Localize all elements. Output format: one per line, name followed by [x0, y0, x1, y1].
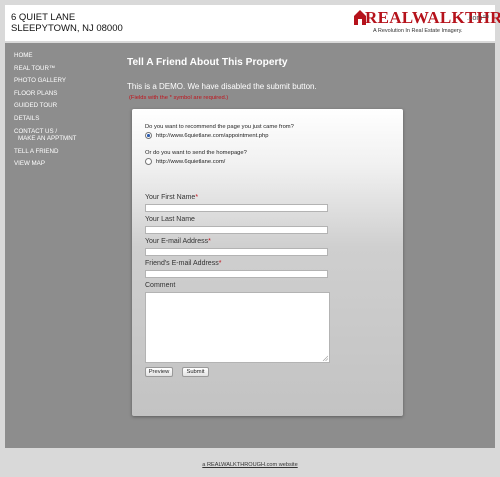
email-label-text: Your E-mail Address — [145, 238, 209, 245]
demo-notice: This is a DEMO. We have disabled the sub… — [127, 82, 317, 91]
first-name-label-text: Your First Name — [145, 194, 196, 201]
site-header: 6 QUIET LANE SLEEPYTOWN, NJ 08000 REALWA… — [5, 5, 500, 41]
nav-item-contact-label: CONTACT US / — [14, 127, 58, 135]
homepage-question: Or do you want to send the homepage? — [145, 150, 247, 156]
last-name-label: Your Last Name — [145, 216, 195, 223]
friend-email-label: Friend's E-mail Address* — [145, 260, 221, 267]
email-input[interactable] — [145, 248, 328, 256]
main-stage: HOME REAL TOUR™ PHOTO GALLERY FLOOR PLAN… — [5, 43, 495, 448]
logo-tagline: A Revolution In Real Estate Imagery. — [373, 28, 463, 34]
comment-textarea[interactable] — [145, 292, 330, 363]
option-appointment-label: http://www.6quietlane.com/appointment.ph… — [156, 132, 269, 139]
radio-appointment-page[interactable] — [145, 132, 152, 139]
last-name-input[interactable] — [145, 226, 328, 234]
option-appointment-page[interactable]: http://www.6quietlane.com/appointment.ph… — [145, 132, 268, 139]
friend-email-input[interactable] — [145, 270, 328, 278]
nav-item-photo-gallery[interactable]: PHOTO GALLERY — [14, 77, 114, 84]
side-nav: HOME REAL TOUR™ PHOTO GALLERY FLOOR PLAN… — [14, 52, 114, 173]
resize-grip-icon[interactable] — [322, 355, 328, 361]
logo-com: .com™ — [467, 15, 490, 22]
address-line-1: 6 QUIET LANE — [11, 12, 76, 23]
nav-item-real-tour[interactable]: REAL TOUR™ — [14, 65, 114, 72]
realwalkthru-logo[interactable]: REALWALKTHRU .com™ A Revolution In Real … — [353, 8, 500, 38]
required-asterisk: * — [195, 194, 199, 201]
address-line-2: SLEEPYTOWN, NJ 08000 — [11, 23, 123, 34]
friend-email-label-text: Friend's E-mail Address — [145, 260, 219, 267]
radio-homepage[interactable] — [145, 158, 152, 165]
required-asterisk: * — [208, 238, 211, 245]
page-title: Tell A Friend About This Property — [127, 57, 288, 68]
footer-website-link[interactable]: a REALWALKTHROUGH.com website — [202, 462, 297, 468]
nav-item-guided-tour[interactable]: GUIDED TOUR — [14, 102, 114, 109]
content-area: Tell A Friend About This Property This i… — [127, 57, 487, 101]
comment-label: Comment — [145, 282, 176, 289]
nav-item-floor-plans[interactable]: FLOOR PLANS — [14, 90, 114, 97]
preview-button[interactable]: Preview — [145, 367, 173, 377]
site-footer: a REALWALKTHROUGH.com website — [0, 462, 500, 468]
required-fields-note: (Fields with the * symbol are required.) — [129, 95, 229, 101]
email-label: Your E-mail Address* — [145, 238, 211, 245]
option-homepage[interactable]: http://www.6quietlane.com/ — [145, 158, 225, 165]
nav-item-details[interactable]: DETAILS — [14, 115, 114, 122]
nav-item-tell-a-friend[interactable]: TELL A FRIEND — [14, 148, 114, 155]
first-name-label: Your First Name* — [145, 194, 198, 201]
required-asterisk: * — [218, 260, 222, 267]
nav-item-contact-us[interactable]: CONTACT US / MAKE AN APPTMNT — [14, 128, 114, 143]
option-homepage-label: http://www.6quietlane.com/ — [156, 158, 226, 165]
first-name-input[interactable] — [145, 204, 328, 212]
submit-button[interactable]: Submit — [182, 367, 209, 377]
nav-item-home[interactable]: HOME — [14, 52, 114, 59]
tell-a-friend-form: Do you want to recommend the page you ju… — [132, 109, 403, 416]
nav-item-view-map[interactable]: VIEW MAP — [14, 160, 114, 167]
nav-item-contact-sub: MAKE AN APPTMNT — [18, 134, 77, 142]
recommend-question: Do you want to recommend the page you ju… — [145, 124, 294, 130]
property-address: 6 QUIET LANE SLEEPYTOWN, NJ 08000 — [11, 12, 123, 34]
